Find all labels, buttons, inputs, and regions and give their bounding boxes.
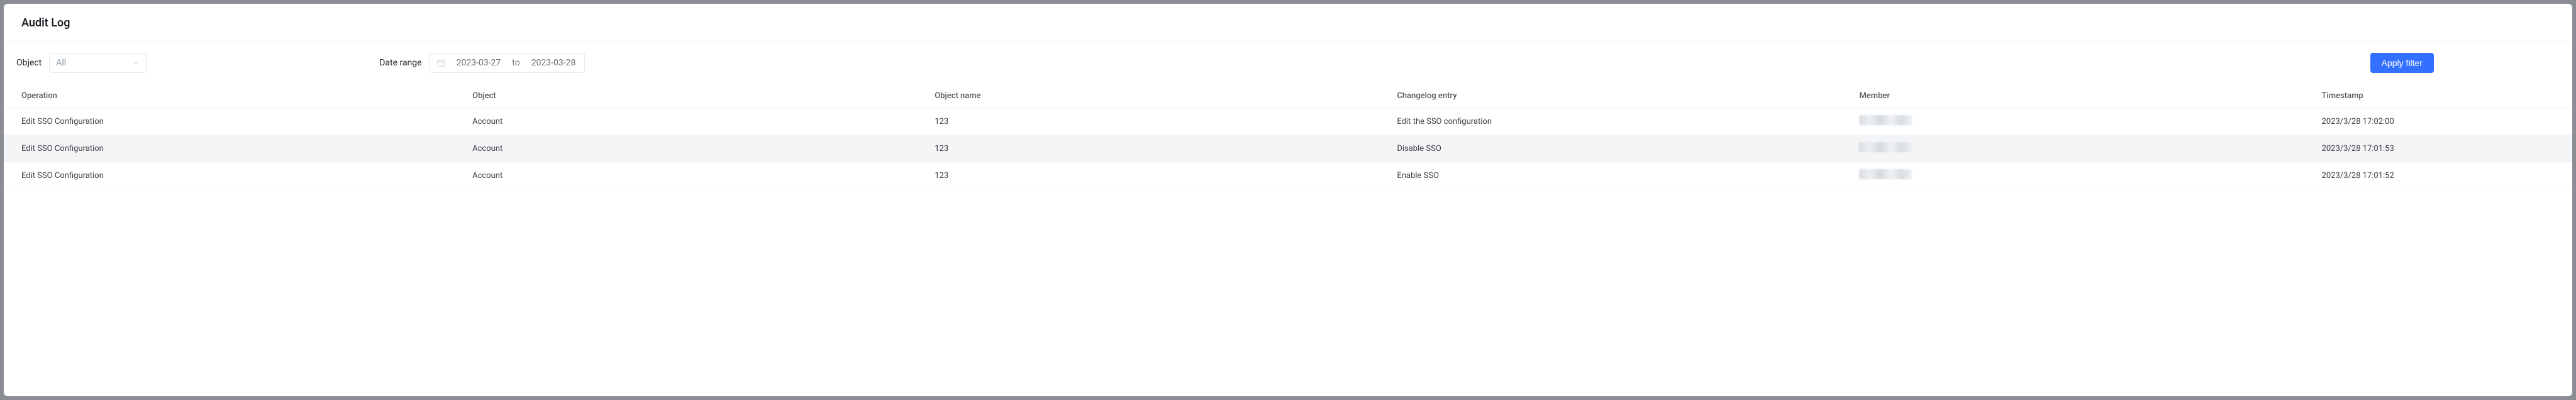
table-row: Edit SSO Configuration Account 123 Disab…: [4, 135, 2572, 162]
table-header-row: Operation Object Object name Changelog e…: [4, 84, 2572, 108]
page-title: Audit Log: [21, 16, 2555, 30]
cell-member: [1853, 162, 2315, 189]
cell-object: Account: [466, 135, 928, 162]
member-redacted: [1859, 169, 1912, 179]
date-separator: to: [512, 58, 519, 68]
cell-object-name: 123: [928, 108, 1391, 135]
calendar-icon: [436, 58, 445, 67]
cell-operation: Edit SSO Configuration: [4, 108, 466, 135]
date-to-value: 2023-03-28: [531, 58, 576, 68]
cell-member: [1853, 135, 2315, 162]
cell-object-name: 123: [928, 135, 1391, 162]
chevron-down-icon: [132, 59, 140, 67]
col-header-changelog: Changelog entry: [1391, 84, 1853, 108]
cell-operation: Edit SSO Configuration: [4, 135, 466, 162]
page-header: Audit Log: [4, 4, 2572, 42]
cell-timestamp: 2023/3/28 17:01:52: [2316, 162, 2572, 189]
date-range-picker[interactable]: 2023-03-27 to 2023-03-28: [430, 53, 586, 73]
date-range-group: Date range 2023-03-27 to 2023-03-28: [379, 53, 585, 73]
date-range-label: Date range: [379, 58, 421, 68]
table-row: Edit SSO Configuration Account 123 Edit …: [4, 108, 2572, 135]
col-header-operation: Operation: [4, 84, 466, 108]
cell-timestamp: 2023/3/28 17:02:00: [2316, 108, 2572, 135]
col-header-member: Member: [1853, 84, 2315, 108]
cell-member: [1853, 108, 2315, 135]
col-header-object-name: Object name: [928, 84, 1391, 108]
apply-filter-button[interactable]: Apply filter: [2370, 53, 2434, 73]
audit-log-window: Audit Log Object All Date range 2023-03-…: [4, 4, 2572, 396]
cell-object-name: 123: [928, 162, 1391, 189]
object-filter-group: Object All: [16, 53, 147, 73]
cell-object: Account: [466, 162, 928, 189]
member-redacted: [1859, 142, 1912, 152]
date-from-value: 2023-03-27: [457, 58, 501, 68]
audit-log-table: Operation Object Object name Changelog e…: [4, 84, 2572, 189]
cell-changelog: Disable SSO: [1391, 135, 1853, 162]
table-row: Edit SSO Configuration Account 123 Enabl…: [4, 162, 2572, 189]
cell-timestamp: 2023/3/28 17:01:53: [2316, 135, 2572, 162]
member-redacted: [1859, 115, 1912, 125]
col-header-object: Object: [466, 84, 928, 108]
col-header-timestamp: Timestamp: [2316, 84, 2572, 108]
cell-changelog: Edit the SSO configuration: [1391, 108, 1853, 135]
cell-object: Account: [466, 108, 928, 135]
object-select-value: All: [56, 58, 66, 68]
cell-changelog: Enable SSO: [1391, 162, 1853, 189]
cell-operation: Edit SSO Configuration: [4, 162, 466, 189]
filter-bar: Object All Date range 2023-03-27 to 2023…: [4, 42, 2572, 84]
object-filter-label: Object: [16, 58, 42, 68]
object-select[interactable]: All: [49, 53, 147, 73]
